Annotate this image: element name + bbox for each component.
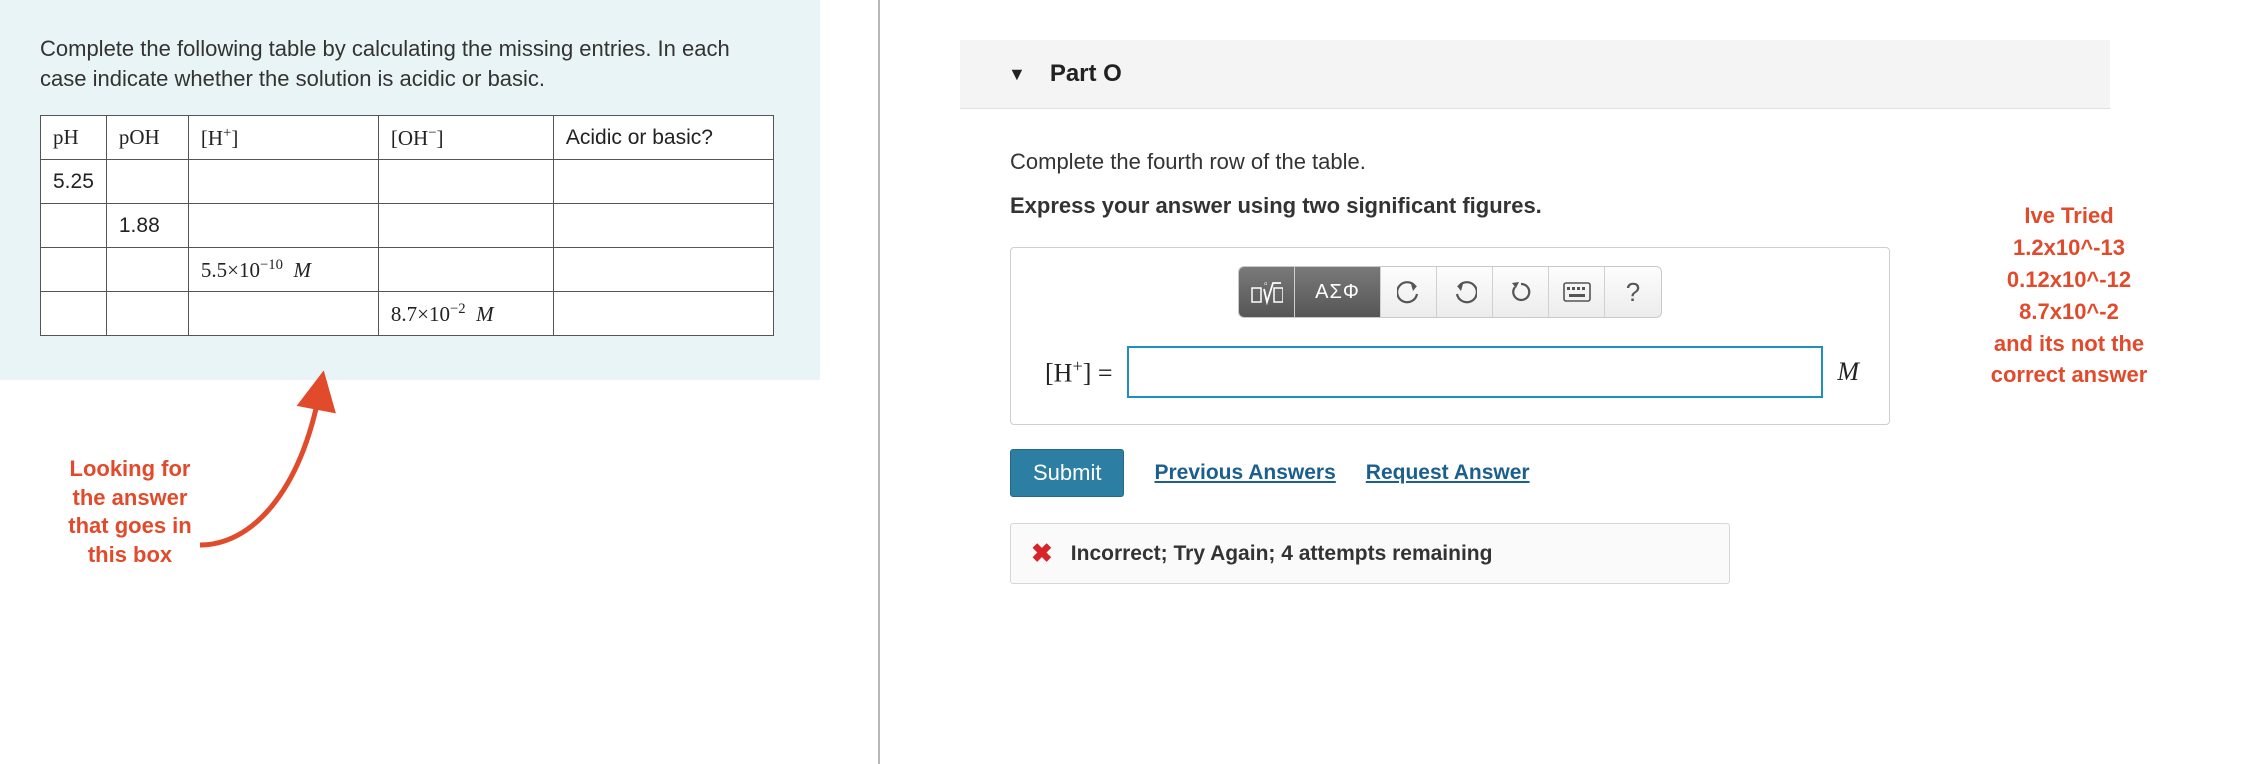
annotation-left: Looking for the answer that goes in this… [50,455,210,569]
table-row: 5.5×10−10 M [41,248,774,292]
answer-panel: ▫ ΑΣΦ [1010,247,1890,425]
redo-icon [1453,280,1477,304]
svg-text:▫: ▫ [1264,279,1269,290]
cell-poh [106,292,188,336]
feedback-box: ✖ Incorrect; Try Again; 4 attempts remai… [1010,523,1730,584]
col-h: [H+] [188,116,378,160]
feedback-text: Incorrect; Try Again; 4 attempts remaini… [1071,542,1493,566]
cell-ph [41,204,107,248]
cell-poh [106,248,188,292]
request-answer-link[interactable]: Request Answer [1366,461,1530,485]
cell-oh [378,160,553,204]
answer-label: [H+] = [1045,356,1113,389]
part-title: Part O [1050,60,1122,88]
part-body: Complete the fourth row of the table. Ex… [880,109,1940,584]
arrow-icon [190,375,370,575]
caret-down-icon: ▼ [1008,64,1026,85]
cell-ph: 5.25 [41,160,107,204]
annot-line: correct answer [1954,359,2184,391]
submit-button[interactable]: Submit [1010,449,1124,497]
reset-button[interactable] [1493,266,1549,318]
cell-h [188,160,378,204]
cell-ph [41,292,107,336]
annot-line: Looking for [50,455,210,484]
cell-h: 5.5×10−10 M [188,248,378,292]
annot-line: 0.12x10^-12 [1954,264,2184,296]
help-button[interactable]: ? [1605,266,1661,318]
undo-icon [1397,280,1421,304]
cell-oh [378,248,553,292]
question-column: Complete the following table by calculat… [0,0,880,764]
annot-line: that goes in [50,512,210,541]
cell-poh [106,160,188,204]
annot-line: and its not the [1954,328,2184,360]
instruction-1: Complete the fourth row of the table. [1010,149,1940,175]
cell-ab [553,160,773,204]
cell-h [188,204,378,248]
annot-line: Ive Tried [1954,200,2184,232]
cell-oh: 8.7×10−2 M [378,292,553,336]
cell-ab [553,204,773,248]
reset-icon [1509,280,1533,304]
answer-row: [H+] = M [1031,346,1869,398]
table-row: 8.7×10−2 M [41,292,774,336]
annot-line: this box [50,541,210,570]
greek-button[interactable]: ΑΣΦ [1295,266,1381,318]
annot-line: the answer [50,484,210,513]
undo-button[interactable] [1381,266,1437,318]
annotation-right: Ive Tried 1.2x10^-13 0.12x10^-12 8.7x10^… [1954,200,2184,391]
templates-button[interactable]: ▫ [1239,266,1295,318]
annot-line: 1.2x10^-13 [1954,232,2184,264]
data-table: pH pOH [H+] [OH−] Acidic or basic? 5.25 [40,115,774,336]
prompt-text: Complete the following table by calculat… [40,34,780,93]
answer-input[interactable] [1127,346,1824,398]
col-poh: pOH [106,116,188,160]
instruction-2: Express your answer using two significan… [1010,193,1940,219]
cell-poh: 1.88 [106,204,188,248]
cell-ab [553,292,773,336]
incorrect-icon: ✖ [1031,538,1053,569]
equation-toolbar: ▫ ΑΣΦ [1238,266,1662,318]
col-oh: [OH−] [378,116,553,160]
col-ph: pH [41,116,107,160]
cell-ph [41,248,107,292]
prompt-box: Complete the following table by calculat… [0,0,820,380]
keyboard-icon [1563,282,1591,302]
redo-button[interactable] [1437,266,1493,318]
answer-column: ▼ Part O Complete the fourth row of the … [880,0,2244,764]
previous-answers-link[interactable]: Previous Answers [1154,461,1335,485]
table-row: 1.88 [41,204,774,248]
annot-line: 8.7x10^-2 [1954,296,2184,328]
col-acidic-basic: Acidic or basic? [553,116,773,160]
cell-ab [553,248,773,292]
templates-icon: ▫ [1251,279,1283,305]
keyboard-button[interactable] [1549,266,1605,318]
table-header-row: pH pOH [H+] [OH−] Acidic or basic? [41,116,774,160]
action-row: Submit Previous Answers Request Answer [1010,449,1940,497]
part-header[interactable]: ▼ Part O [960,40,2110,109]
cell-h [188,292,378,336]
table-row: 5.25 [41,160,774,204]
answer-unit: M [1837,357,1869,387]
cell-oh [378,204,553,248]
